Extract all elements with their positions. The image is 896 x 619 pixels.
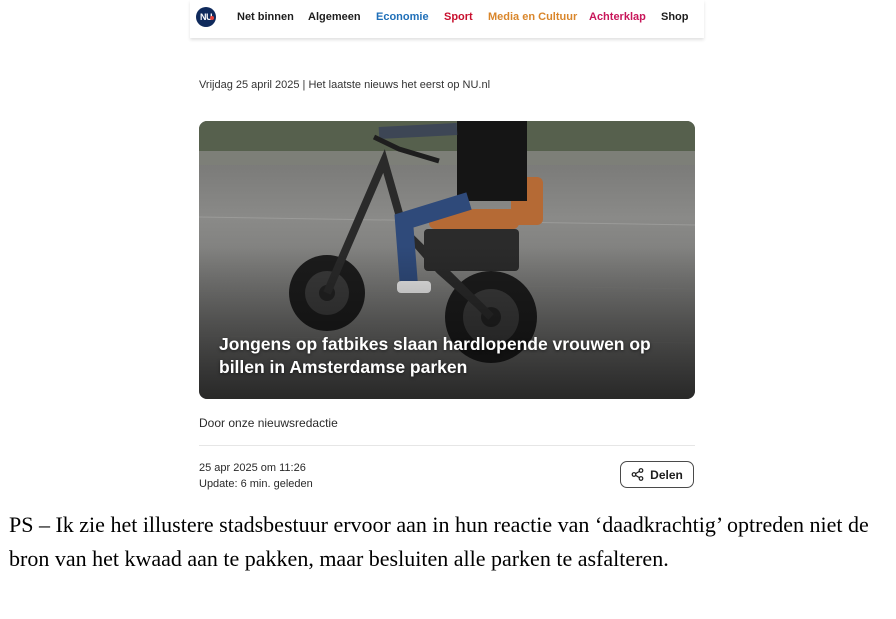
nav-economie[interactable]: Economie (376, 11, 429, 23)
share-button[interactable]: Delen (620, 461, 694, 488)
nav-sport[interactable]: Sport (444, 11, 473, 23)
top-navigation: NU Net binnen Algemeen Economie Sport Me… (190, 0, 704, 38)
nav-net-binnen[interactable]: Net binnen (237, 11, 294, 23)
article-meta: 25 apr 2025 om 11:26 Update: 6 min. gele… (199, 460, 313, 492)
commentary-text: PS – Ik zie het illustere stadsbestuur e… (9, 512, 869, 571)
updated-time: Update: 6 min. geleden (199, 478, 313, 490)
nav-achterklap[interactable]: Achterklap (589, 11, 646, 23)
nav-media-en-cultuur[interactable]: Media en Cultuur (488, 11, 577, 23)
share-label: Delen (650, 467, 683, 482)
nav-shop[interactable]: Shop (661, 11, 689, 23)
published-date: 25 apr 2025 om 11:26 (199, 462, 306, 474)
divider (199, 445, 695, 446)
news-card: NU Net binnen Algemeen Economie Sport Me… (190, 0, 704, 496)
nav-algemeen[interactable]: Algemeen (308, 11, 361, 23)
page: NU Net binnen Algemeen Economie Sport Me… (0, 0, 896, 619)
hero-title[interactable]: Jongens op fatbikes slaan hardlopende vr… (219, 333, 679, 379)
dateline: Vrijdag 25 april 2025 | Het laatste nieu… (199, 79, 491, 91)
nu-logo[interactable]: NU (196, 7, 216, 27)
hero-article[interactable]: Jongens op fatbikes slaan hardlopende vr… (199, 121, 695, 399)
byline: Door onze nieuwsredactie (199, 416, 338, 430)
share-icon (631, 468, 644, 481)
logo-dot-icon (210, 16, 214, 20)
